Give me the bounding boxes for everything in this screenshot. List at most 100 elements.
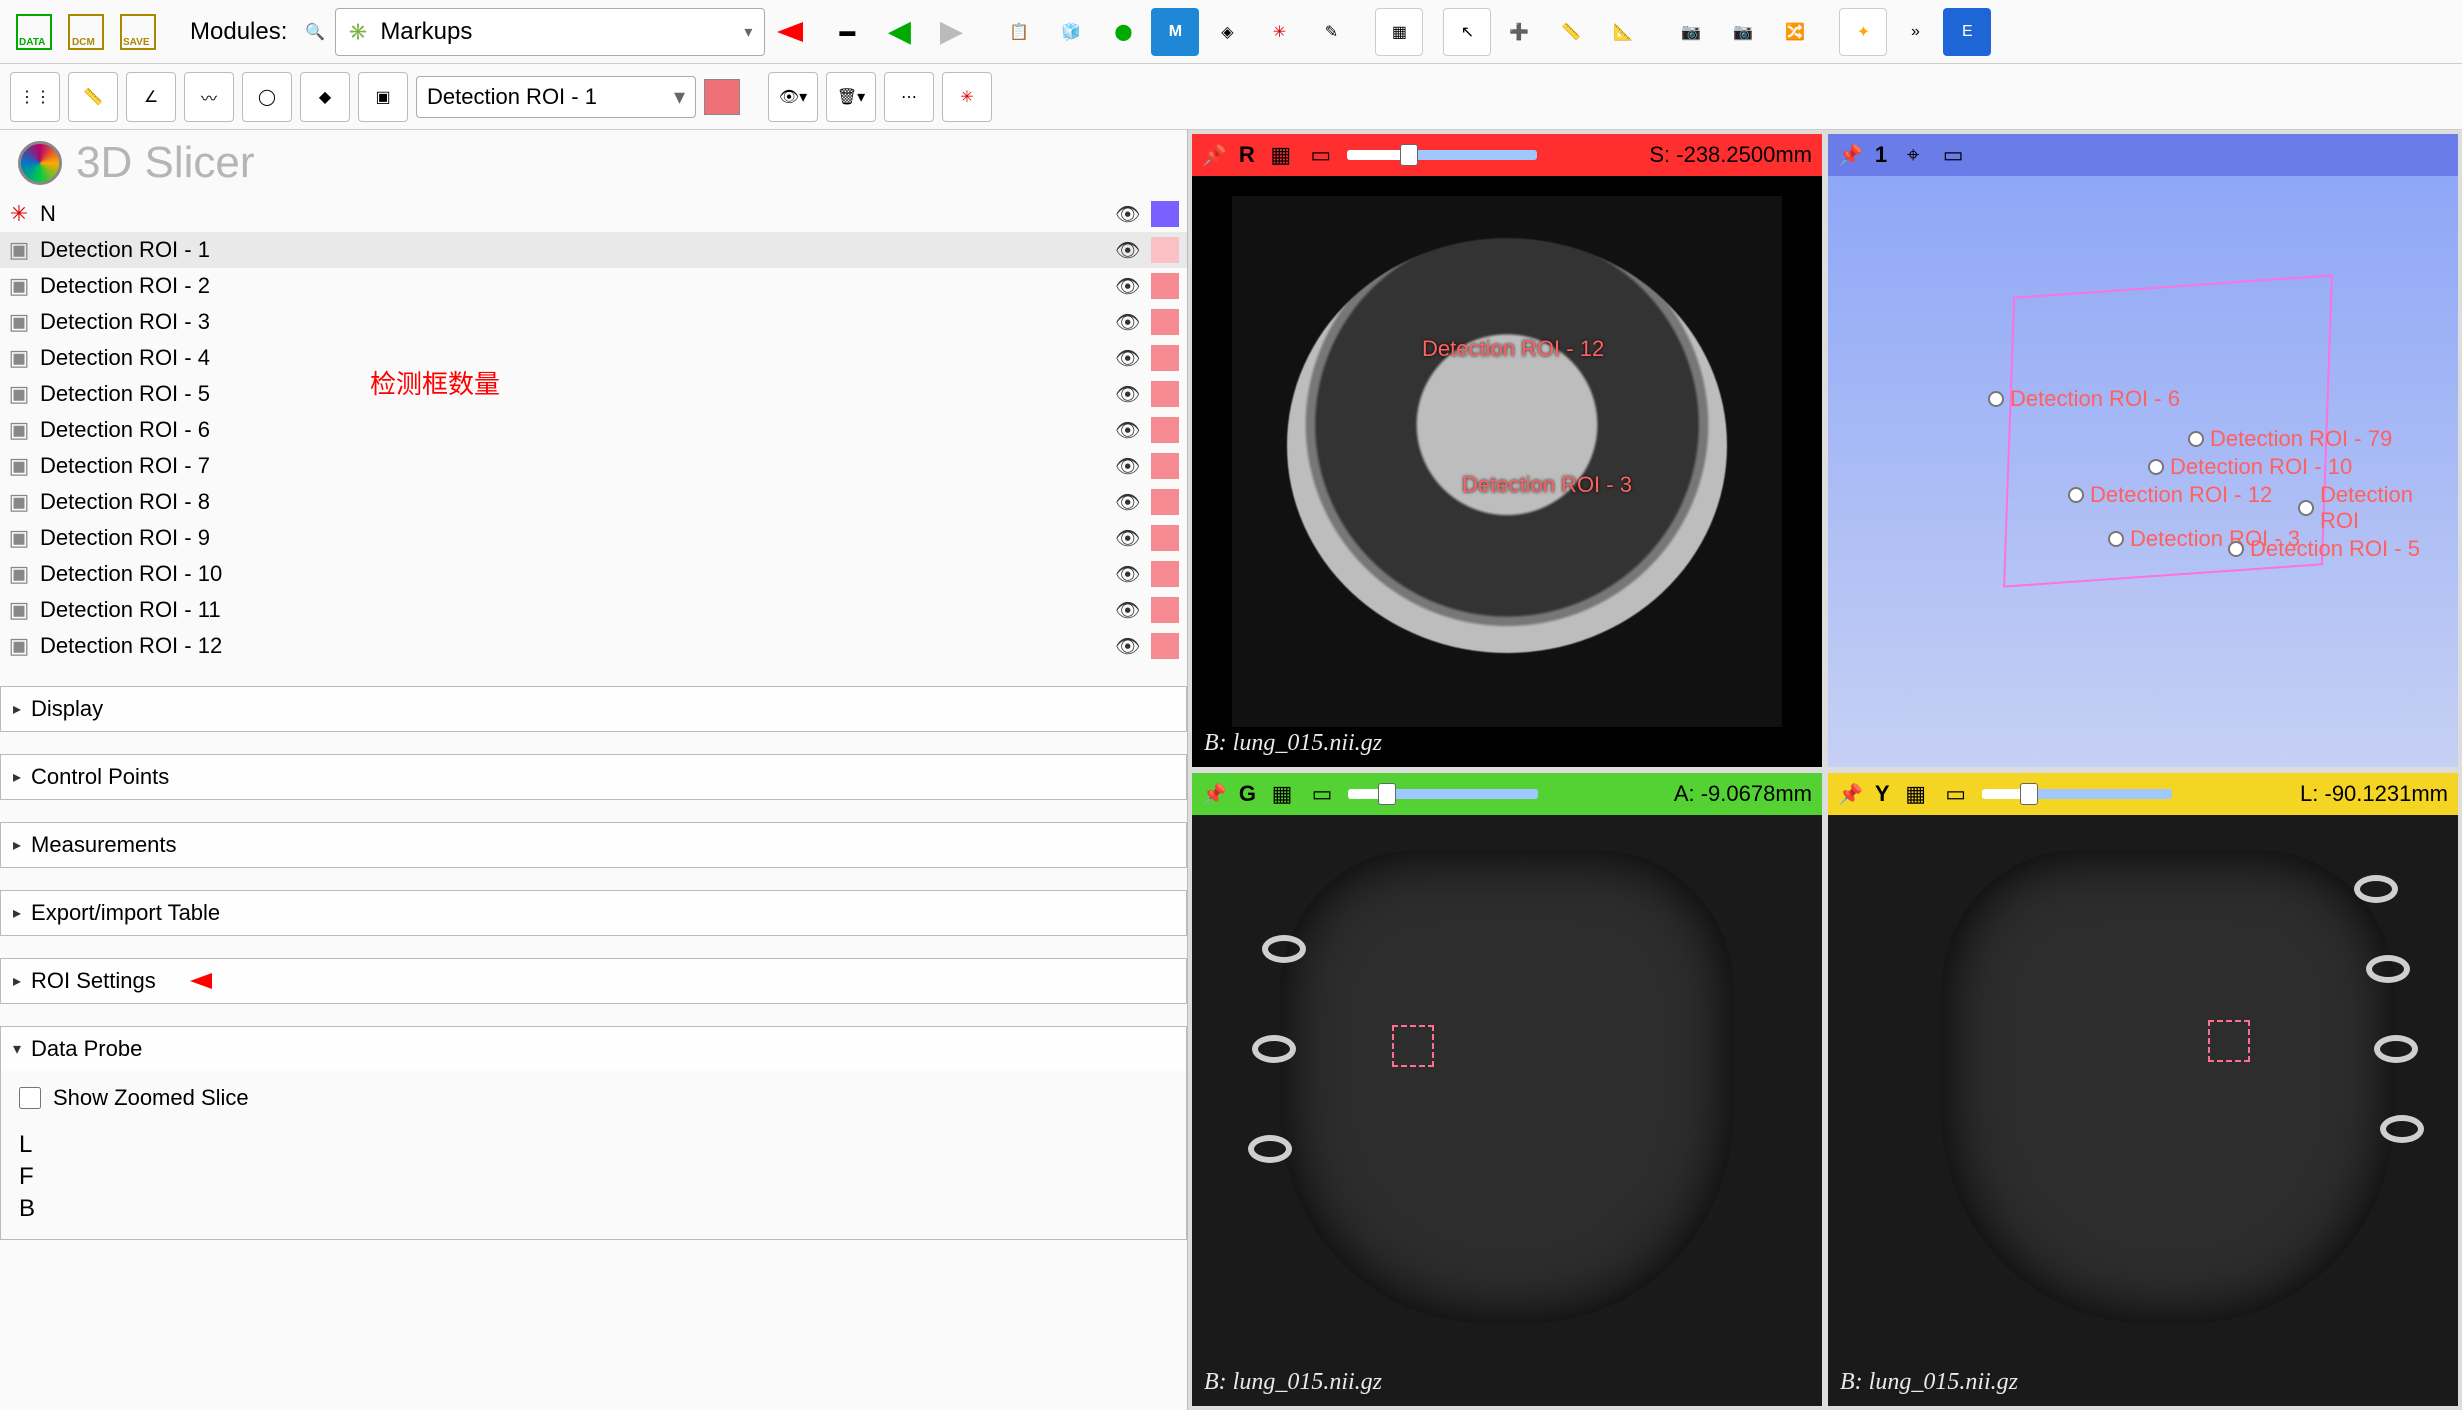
color-swatch[interactable] [1151,309,1179,335]
eye-icon[interactable]: 👁 [1115,454,1141,479]
nav-forward-button[interactable]: ▶ [927,8,975,56]
color-swatch[interactable] [1151,525,1179,551]
nav-back-button[interactable]: ◀ [875,8,923,56]
eye-icon[interactable]: 👁 [1115,562,1141,587]
slice-slider[interactable] [1347,150,1537,160]
roi-node[interactable]: Detection ROI - 5 [2228,536,2420,562]
color-swatch[interactable] [1151,489,1179,515]
tree-row-roi[interactable]: ▣Detection ROI - 7👁 [0,448,1187,484]
m-button[interactable]: M [1151,8,1199,56]
threeD-view[interactable]: 📌 1 ⌖ ▭ Detection ROI - 6 Detection ROI … [1828,134,2458,767]
tree-row-roi[interactable]: ▣Detection ROI - 2👁 [0,268,1187,304]
section-data-probe[interactable]: ▾ Data Probe [1,1027,1186,1071]
roi-button[interactable]: ▣ [358,72,408,122]
eye-icon[interactable]: 👁 [1115,598,1141,623]
volume-rendering-button[interactable]: 🧊 [1047,8,1095,56]
tree-row-roi[interactable]: ▣Detection ROI - 9👁 [0,520,1187,556]
eye-icon[interactable]: 👁 [1115,238,1141,263]
color-swatch[interactable] [1151,237,1179,263]
eye-icon[interactable]: 👁 [1115,526,1141,551]
slice-slider[interactable] [1348,789,1538,799]
roi-node[interactable]: Detection ROI [2298,482,2458,534]
crosshair-button[interactable]: ➕ [1495,8,1543,56]
color-swatch[interactable] [1151,381,1179,407]
section-control-points[interactable]: ▸ Control Points [1,755,1186,799]
pin-icon[interactable]: 📌 [1202,782,1227,807]
load-data-button[interactable] [10,8,58,56]
roi-node[interactable]: Detection ROI - 12 [2068,482,2272,508]
pin-icon[interactable]: 📌 [1838,782,1863,807]
tree-row-roi[interactable]: ▣Detection ROI - 5👁 [0,376,1187,412]
tree-row-roi[interactable]: ▣Detection ROI - 6👁 [0,412,1187,448]
module-history-button[interactable]: ▬ [823,8,871,56]
eye-icon[interactable]: 👁 [1115,634,1141,659]
center-icon[interactable]: ⌖ [1899,141,1927,169]
show-zoomed-checkbox[interactable]: Show Zoomed Slice [19,1085,1168,1111]
checkbox-input[interactable] [19,1087,41,1109]
slice-slider[interactable] [1982,789,2172,799]
eye-icon[interactable]: 👁 [1115,382,1141,407]
module-search-icon[interactable]: 🔍 [299,16,331,48]
angle-button[interactable]: ∠ [126,72,176,122]
toggle-button[interactable]: 🔀 [1771,8,1819,56]
slice-intersections-button[interactable]: 📏 [1547,8,1595,56]
fiducial-button[interactable]: ✳ [1255,8,1303,56]
color-swatch[interactable] [1151,453,1179,479]
save-button[interactable] [114,8,162,56]
eye-icon[interactable]: 👁 [1115,418,1141,443]
line-button[interactable]: 📏 [68,72,118,122]
section-display[interactable]: ▸ Display [1,687,1186,731]
slice-options-icon[interactable]: ▦ [1267,141,1295,169]
models-button[interactable]: ⬤ [1099,8,1147,56]
color-swatch[interactable] [1151,633,1179,659]
delete-button[interactable]: 🗑▾ [826,72,876,122]
color-swatch[interactable] [1151,561,1179,587]
eye-icon[interactable]: 👁 [1115,202,1141,227]
color-swatch[interactable] [1151,201,1179,227]
pin-icon[interactable]: 📌 [1202,143,1227,168]
transforms-button[interactable]: ◈ [1203,8,1251,56]
slice-view-red[interactable]: 📌 R ▦ ▭ S: -238.2500mm Detection ROI - 1… [1192,134,1822,767]
slice-view-yellow[interactable]: 📌 Y ▦ ▭ L: -90.1231mm [1828,773,2458,1406]
layout-button[interactable]: ▦ [1375,8,1423,56]
roi-node[interactable]: Detection ROI - 10 [2148,454,2352,480]
tree-row-roi[interactable]: ▣Detection ROI - 1👁 [0,232,1187,268]
module-selector[interactable]: ✳️ Markups ▾ [335,8,765,56]
tree-row-roi[interactable]: ▣Detection ROI - 10👁 [0,556,1187,592]
place-mode-button[interactable]: ✳ [942,72,992,122]
load-dicom-button[interactable] [62,8,110,56]
tree-row-roi[interactable]: ▣Detection ROI - 12👁 [0,628,1187,664]
tree-row-roi[interactable]: ▣Detection ROI - 4👁 [0,340,1187,376]
plane-button[interactable]: ◆ [300,72,350,122]
tree-row-roi[interactable]: ▣Detection ROI - 8👁 [0,484,1187,520]
crosshair-mode-button[interactable]: ✦ [1839,8,1887,56]
roi-box[interactable] [1392,1025,1434,1067]
eye-icon[interactable]: 👁 [1115,346,1141,371]
tree-row-n[interactable]: ✳ N 👁 [0,196,1187,232]
color-swatch[interactable] [1151,345,1179,371]
tree-row-roi[interactable]: ▣Detection ROI - 3👁 [0,304,1187,340]
visibility-menu-button[interactable]: 👁▾ [768,72,818,122]
slice-view-green[interactable]: 📌 G ▦ ▭ A: -9.0678mm B: lung_0 [1192,773,1822,1406]
markup-color-swatch[interactable] [704,79,740,115]
more-actions-button[interactable]: ⋯ [884,72,934,122]
color-swatch[interactable] [1151,273,1179,299]
eye-icon[interactable]: 👁 [1115,310,1141,335]
extensions-button[interactable]: E [1943,8,1991,56]
section-measurements[interactable]: ▸ Measurements [1,823,1186,867]
color-swatch[interactable] [1151,597,1179,623]
scene-views-button[interactable]: 📋 [995,8,1043,56]
roi-node[interactable]: Detection ROI - 6 [1988,386,2180,412]
section-roi-settings[interactable]: ▸ ROI Settings [1,959,1186,1003]
fiducial-list-button[interactable]: ⋮⋮ [10,72,60,122]
maximize-icon[interactable]: ▭ [1308,780,1336,808]
eye-icon[interactable]: 👁 [1115,490,1141,515]
roi-box[interactable] [2208,1020,2250,1062]
active-markup-selector[interactable]: Detection ROI - 1 ▾ [416,76,696,118]
maximize-icon[interactable]: ▭ [1939,141,1967,169]
tree-row-roi[interactable]: ▣Detection ROI - 11👁 [0,592,1187,628]
scene-capture-button[interactable]: 📷 [1719,8,1767,56]
slice-options-icon[interactable]: ▦ [1268,780,1296,808]
eye-icon[interactable]: 👁 [1115,274,1141,299]
closed-curve-button[interactable]: ◯ [242,72,292,122]
